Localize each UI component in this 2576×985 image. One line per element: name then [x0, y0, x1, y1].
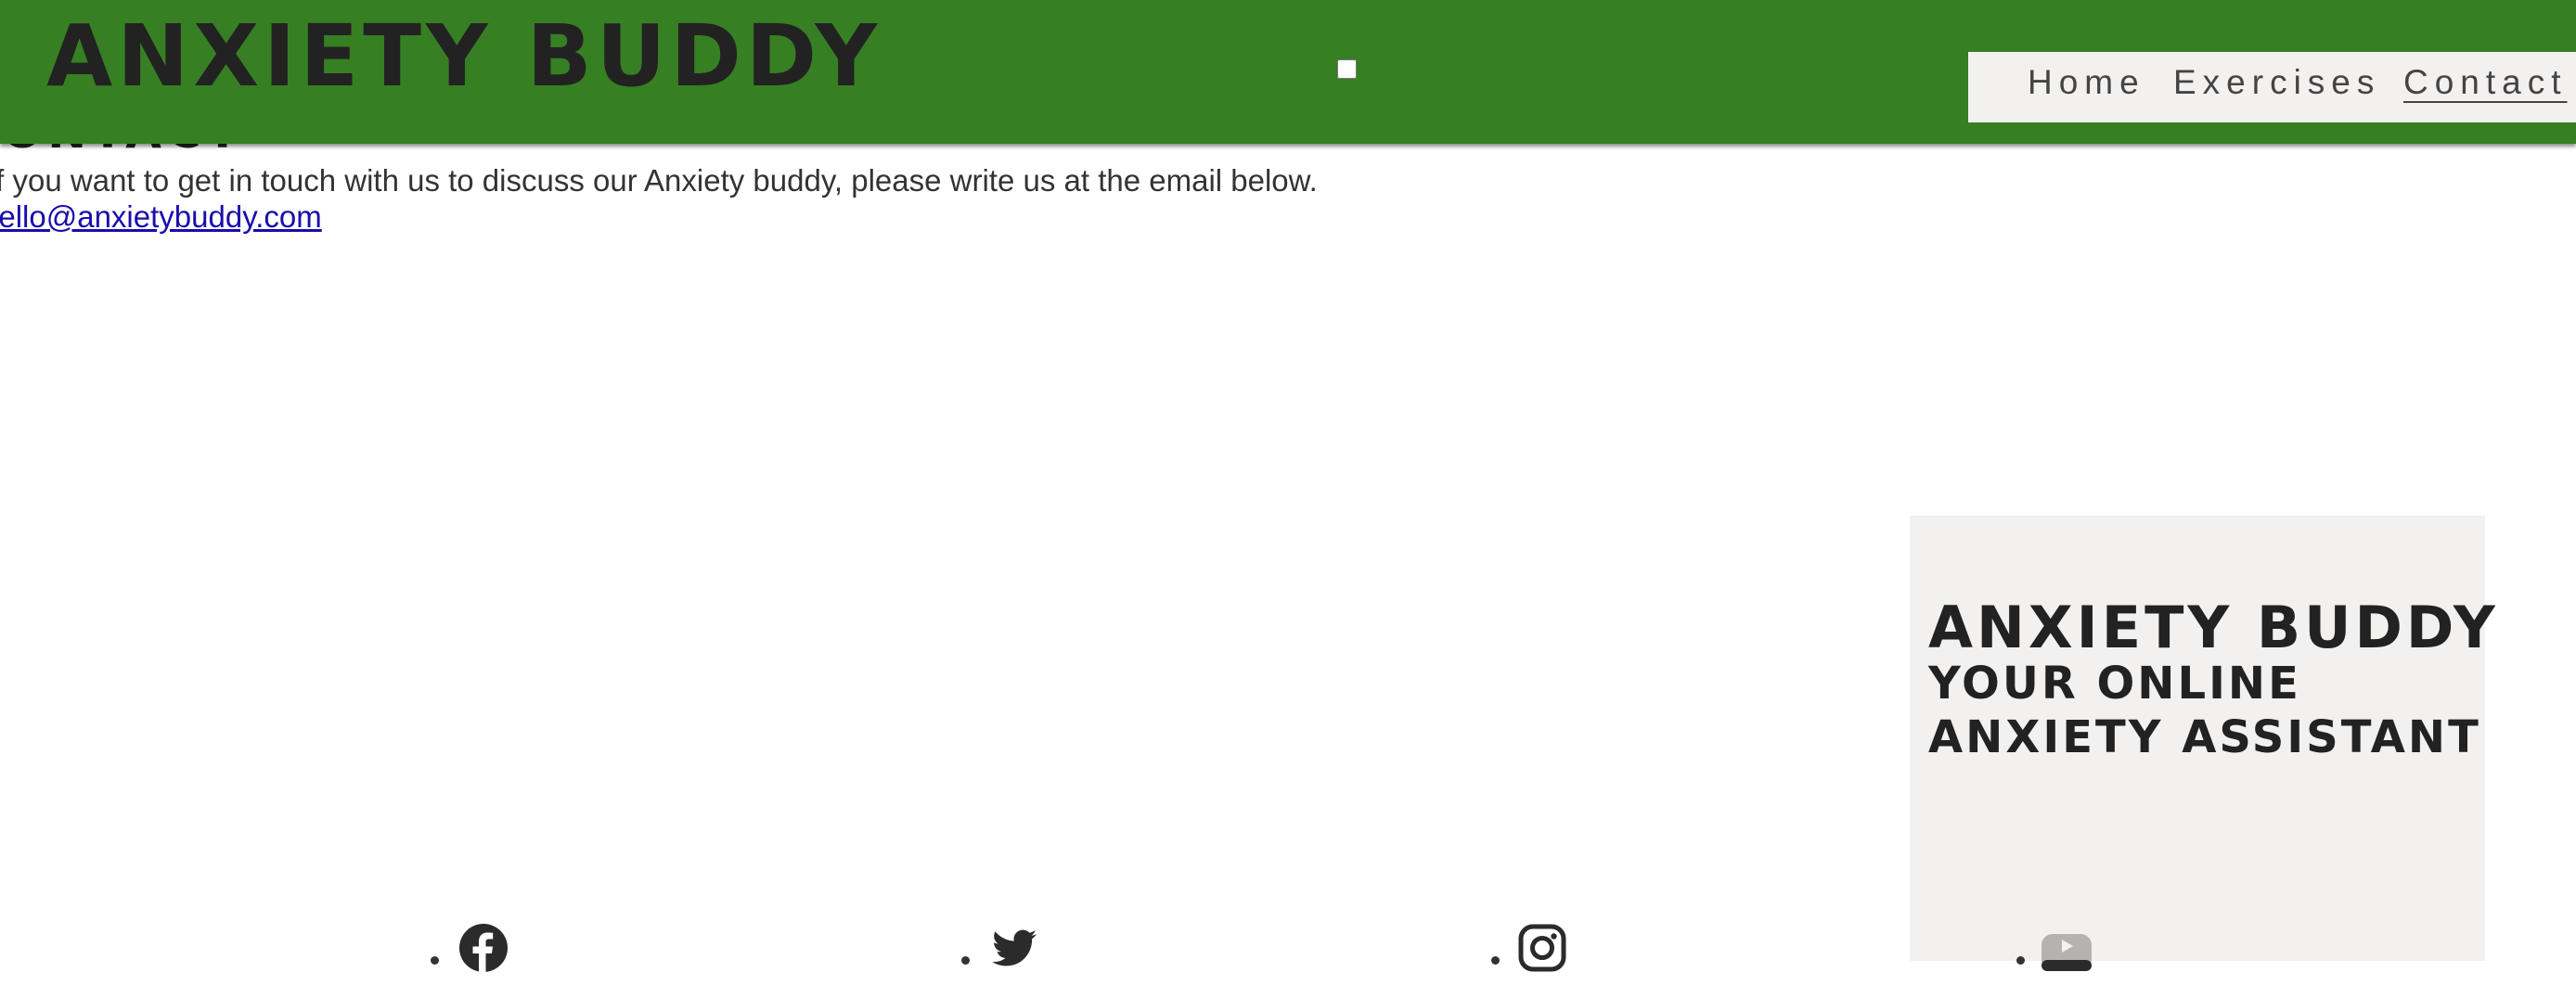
twitter-icon[interactable]	[989, 923, 1039, 973]
menu-toggle-checkbox[interactable]	[1337, 59, 1357, 79]
card-subtitle: YOUR ONLINE ANXIETY ASSISTANT	[1928, 658, 2481, 763]
youtube-icon[interactable]	[2041, 923, 2092, 973]
nav-link-exercises[interactable]: Exercises	[2173, 63, 2380, 102]
social-links	[0, 923, 2576, 985]
list-bullet	[1491, 956, 1500, 965]
site-header: ANXIETY BUDDY Home Exercises Contact	[0, 0, 2576, 144]
site-brand[interactable]: ANXIETY BUDDY	[46, 6, 882, 108]
facebook-icon[interactable]	[458, 923, 509, 973]
nav-link-home[interactable]: Home	[2028, 63, 2145, 102]
promo-card: ANXIETY BUDDY YOUR ONLINE ANXIETY ASSIST…	[1910, 516, 2495, 961]
list-bullet	[2016, 956, 2025, 965]
card-title: ANXIETY BUDDY	[1928, 594, 2499, 661]
list-bullet	[961, 956, 970, 965]
contact-description: If you want to get in touch with us to d…	[0, 163, 1318, 198]
instagram-icon[interactable]	[1517, 923, 1567, 973]
nav-link-contact[interactable]: Contact	[2403, 63, 2568, 102]
list-bullet	[431, 956, 439, 965]
main-nav: Home Exercises Contact	[1968, 52, 2576, 122]
contact-email-link[interactable]: hello@anxietybuddy.com	[0, 199, 322, 235]
